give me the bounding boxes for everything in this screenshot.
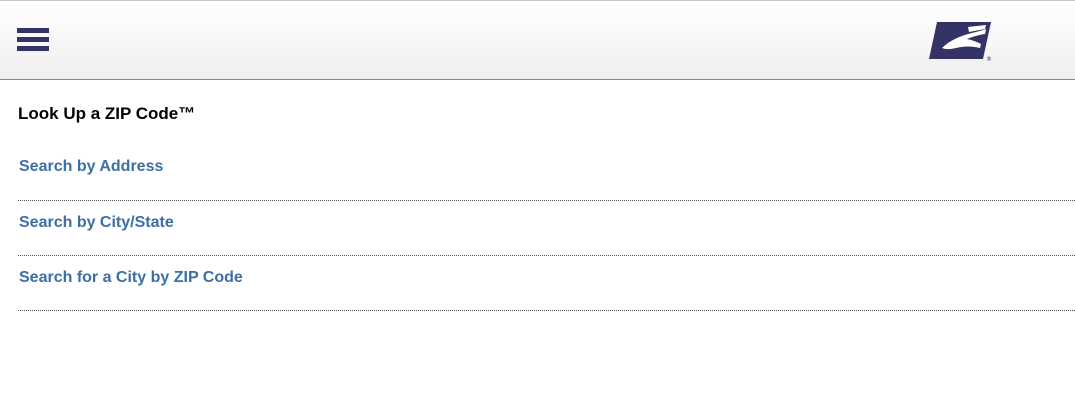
search-by-address-link[interactable]: Search by Address xyxy=(19,158,163,176)
list-item: Search by City/State xyxy=(18,201,1075,256)
search-by-city-state-link[interactable]: Search by City/State xyxy=(19,214,174,232)
menu-bar xyxy=(17,28,49,33)
search-options-list: Search by Address Search by City/State S… xyxy=(18,145,1075,311)
main-content: Look Up a ZIP Code™ Search by Address Se… xyxy=(18,80,1075,311)
hamburger-menu-icon[interactable] xyxy=(17,28,49,53)
usps-eagle-logo-svg: ® xyxy=(929,22,992,63)
list-item: Search for a City by ZIP Code xyxy=(18,256,1075,311)
list-item: Search by Address xyxy=(18,145,1075,201)
page-title: Look Up a ZIP Code™ xyxy=(18,104,196,123)
menu-bar xyxy=(17,46,49,51)
menu-bar xyxy=(17,37,49,42)
usps-eagle-logo-icon[interactable]: ® xyxy=(928,20,994,63)
trademark-symbol: ® xyxy=(986,56,992,62)
site-header: ® xyxy=(0,0,1075,80)
search-city-by-zip-link[interactable]: Search for a City by ZIP Code xyxy=(19,269,243,287)
